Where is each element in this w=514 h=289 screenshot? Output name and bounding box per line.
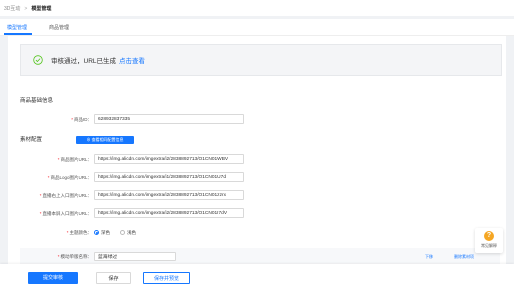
theme-radio-group: 深色 浅色 bbox=[94, 230, 154, 236]
theme-color-label: *主题颜色： bbox=[66, 230, 93, 235]
material-item-panel: *模动单版名称： 蓝海绿过 下移 删除素材项 bbox=[20, 248, 500, 265]
delete-material-link[interactable]: 删除素材项 bbox=[454, 254, 474, 260]
notice-text: 审核通过，URL已生成 点击查看 bbox=[51, 55, 145, 65]
product-id-input[interactable]: 628932837335 bbox=[94, 114, 244, 124]
field-label-text: 商品图片URL： bbox=[60, 157, 92, 162]
view-config-button-label: 查看相同配置信息 bbox=[91, 137, 124, 142]
product-id-label: *商品ID： bbox=[71, 117, 92, 122]
material-config-title: 素材配置 bbox=[20, 137, 43, 143]
main-content: 审核通过，URL已生成 点击查看 商品基础信息 *商品ID： 6289328373… bbox=[8, 36, 506, 265]
logo-image-url-input[interactable]: https://img.alicdn.com/imgextra/i1/28388… bbox=[94, 172, 244, 182]
top-bar: 3D互动 > 模型管理 bbox=[0, 0, 514, 16]
field-label: *直播本屏入口图片URL： bbox=[39, 211, 92, 216]
breadcrumb-current: 模型管理 bbox=[31, 6, 52, 12]
save-and-preview-button[interactable]: 保存并预览 bbox=[143, 272, 190, 284]
question-icon: ? bbox=[484, 231, 494, 241]
live-screen-image-url-input[interactable]: https://img.alicdn.com/imgextra/i2/28388… bbox=[94, 208, 244, 218]
field-label: *商品Logo图片URL： bbox=[47, 175, 92, 180]
view-config-button[interactable]: ⊕ 查看相同配置信息 bbox=[76, 136, 134, 144]
help-widget[interactable]: ? 常见解释 bbox=[475, 228, 503, 253]
item-name-label-text: 模动单版名称： bbox=[60, 254, 93, 259]
submit-review-button[interactable]: 提交审核 bbox=[28, 272, 78, 284]
review-status-notice: 审核通过，URL已生成 点击查看 bbox=[20, 44, 502, 76]
field-label: *直播右上入口图片URL： bbox=[39, 193, 92, 198]
footer-actions: 提交审核 保存 保存并预览 bbox=[0, 264, 514, 289]
notice-message: 审核通过，URL已生成 bbox=[51, 58, 117, 65]
breadcrumb-root[interactable]: 3D互动 bbox=[4, 6, 20, 12]
product-image-url-input[interactable]: https://img.alicdn.com/imgextra/i2/28388… bbox=[94, 154, 244, 164]
help-label: 常见解释 bbox=[481, 243, 497, 248]
breadcrumb-separator: > bbox=[24, 6, 28, 12]
live-top-right-image-url-input[interactable]: https://img.alicdn.com/imgextra/i2/28388… bbox=[94, 190, 244, 200]
theme-light-label[interactable]: 浅色 bbox=[127, 230, 136, 236]
theme-dark-label[interactable]: 深色 bbox=[101, 230, 110, 236]
check-circle-icon bbox=[33, 55, 43, 65]
field-label-text: 直播本屏入口图片URL： bbox=[42, 211, 92, 216]
tab-bar: 模型管理 商品管理 bbox=[0, 19, 514, 36]
breadcrumb: 3D互动 > 模型管理 bbox=[4, 5, 51, 12]
tab-product-management[interactable]: 商品管理 bbox=[49, 24, 69, 31]
active-tab-indicator bbox=[4, 33, 32, 35]
theme-dark-radio[interactable] bbox=[94, 230, 99, 235]
item-name-label: *模动单版名称： bbox=[57, 254, 93, 259]
theme-color-label-text: 主题颜色： bbox=[69, 230, 93, 235]
move-down-link[interactable]: 下移 bbox=[425, 254, 433, 260]
theme-light-radio[interactable] bbox=[120, 230, 125, 235]
basic-info-title: 商品基础信息 bbox=[20, 98, 54, 104]
tab-model-management[interactable]: 模型管理 bbox=[7, 24, 27, 31]
view-url-link[interactable]: 点击查看 bbox=[119, 58, 145, 65]
save-button[interactable]: 保存 bbox=[96, 272, 131, 284]
product-id-label-text: 商品ID： bbox=[74, 117, 92, 122]
field-label: *商品图片URL： bbox=[57, 157, 92, 162]
field-label-text: 商品Logo图片URL： bbox=[50, 175, 92, 180]
item-name-input[interactable]: 蓝海绿过 bbox=[94, 252, 176, 261]
field-label-text: 直播右上入口图片URL： bbox=[42, 193, 92, 198]
